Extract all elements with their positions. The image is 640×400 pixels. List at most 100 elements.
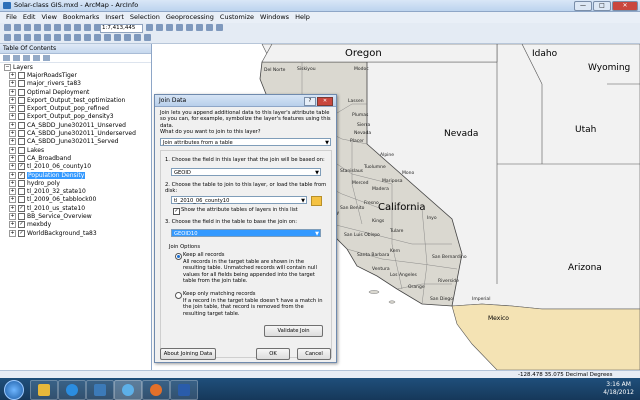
toc-layer-item[interactable]: + MajorRoadsTiger <box>0 72 151 80</box>
paste-icon[interactable] <box>64 24 71 31</box>
validate-join-button[interactable]: Validate Join <box>264 325 323 337</box>
select-features-icon[interactable] <box>84 34 91 41</box>
layer-visibility-checkbox[interactable] <box>18 96 25 104</box>
open-icon[interactable] <box>14 24 21 31</box>
layer-visibility-checkbox[interactable] <box>18 88 25 96</box>
expand-icon[interactable]: + <box>9 154 16 162</box>
zoom-out-icon[interactable] <box>14 34 21 41</box>
toc-layer-item[interactable]: + ✓ tl_2010_06_county10 <box>0 163 151 171</box>
layer-visibility-checkbox[interactable] <box>18 213 25 221</box>
new-icon[interactable] <box>4 24 11 31</box>
ok-button[interactable]: OK <box>256 348 290 360</box>
layer-visibility-checkbox[interactable] <box>18 138 25 146</box>
identify-icon[interactable] <box>114 34 121 41</box>
layer-visibility-checkbox[interactable] <box>18 113 25 121</box>
toc-layer-item[interactable]: + hydro_poly <box>0 179 151 188</box>
layer-visibility-checkbox[interactable] <box>18 130 25 138</box>
menu-selection[interactable]: Selection <box>130 12 160 23</box>
expand-icon[interactable]: + <box>9 72 16 79</box>
about-joining-button[interactable]: About Joining Data <box>160 348 216 360</box>
layer-visibility-checkbox[interactable]: ✓ <box>18 229 25 237</box>
layer-visibility-checkbox[interactable] <box>18 121 25 129</box>
expand-icon[interactable]: + <box>9 105 16 113</box>
taskbar-media[interactable] <box>58 380 86 400</box>
toc-layer-item[interactable]: + CA_SBDD_June302011_Served <box>0 138 151 146</box>
toc-layer-item[interactable]: + CA_SBDD_June302011_Unserved <box>0 121 151 130</box>
cancel-button[interactable]: Cancel <box>297 348 331 360</box>
layer-field-dropdown[interactable]: GEOID ▼ <box>171 168 321 176</box>
menu-geoprocessing[interactable]: Geoprocessing <box>166 12 214 23</box>
menu-view[interactable]: View <box>41 12 56 23</box>
expand-icon[interactable]: + <box>9 138 16 146</box>
close-button[interactable]: ✕ <box>612 1 638 11</box>
expand-icon[interactable]: + <box>9 196 16 204</box>
editor-icon[interactable] <box>146 24 153 31</box>
cut-icon[interactable] <box>44 24 51 31</box>
options-icon[interactable] <box>43 55 50 61</box>
clear-selection-icon[interactable] <box>94 34 101 41</box>
toc-layer-item[interactable]: + Optimal Deployment <box>0 88 151 97</box>
toc-layer-item[interactable]: + Export_Output_test_optimization <box>0 96 151 105</box>
pan-icon[interactable] <box>24 34 31 41</box>
expand-icon[interactable]: + <box>9 121 16 129</box>
dialog-close-button[interactable]: ✕ <box>317 97 333 106</box>
table-icon[interactable] <box>156 24 163 31</box>
list-by-selection-icon[interactable] <box>33 55 40 61</box>
hyperlink-icon[interactable] <box>144 34 151 41</box>
undo-icon[interactable] <box>84 24 91 31</box>
keep-matching-radio[interactable] <box>175 292 182 299</box>
layers-root[interactable]: − Layers <box>0 63 151 72</box>
layer-visibility-checkbox[interactable]: ✓ <box>18 221 25 229</box>
taskbar-firefox[interactable] <box>142 380 170 400</box>
layer-visibility-checkbox[interactable]: ✓ <box>18 171 25 179</box>
taskbar-word[interactable] <box>170 380 198 400</box>
layer-visibility-checkbox[interactable] <box>18 196 25 204</box>
toc-layer-item[interactable]: + ✓ Population Density <box>0 171 151 180</box>
menu-customize[interactable]: Customize <box>220 12 254 23</box>
join-table-dropdown[interactable]: tl_2010_06_county10 ▼ <box>171 196 307 204</box>
taskbar-arcmap[interactable] <box>86 380 114 400</box>
catalog-icon[interactable] <box>176 24 183 31</box>
browse-folder-icon[interactable] <box>311 196 322 206</box>
layer-visibility-checkbox[interactable] <box>18 72 25 79</box>
system-clock[interactable]: 3:16 AM 4/18/2012 <box>603 381 634 397</box>
layer-visibility-checkbox[interactable] <box>18 179 25 187</box>
expand-icon[interactable]: + <box>9 213 16 221</box>
full-extent-icon[interactable] <box>34 34 41 41</box>
find-icon[interactable] <box>124 34 131 41</box>
expand-icon[interactable]: + <box>9 229 16 237</box>
maximize-button[interactable]: □ <box>593 1 611 11</box>
menu-windows[interactable]: Windows <box>260 12 289 23</box>
expand-icon[interactable]: + <box>9 130 16 138</box>
toc-layer-item[interactable]: + CA_SBDD_June302011_Underserved <box>0 130 151 138</box>
expand-icon[interactable]: + <box>9 163 16 171</box>
join-type-dropdown[interactable]: Join attributes from a table ▼ <box>160 138 331 146</box>
delete-icon[interactable] <box>74 24 81 31</box>
arctoolbox-icon[interactable] <box>196 24 203 31</box>
layer-visibility-checkbox[interactable] <box>18 154 25 162</box>
layer-visibility-checkbox[interactable] <box>18 80 25 88</box>
show-attr-checkbox[interactable]: ✓ <box>173 208 180 215</box>
toc-layer-item[interactable]: + BB_Service_Overview <box>0 213 151 221</box>
back-icon[interactable] <box>64 34 71 41</box>
layer-visibility-checkbox[interactable]: ✓ <box>18 204 25 212</box>
toc-layer-item[interactable]: + tl_2010_32_state10 <box>0 188 151 196</box>
save-icon[interactable] <box>24 24 31 31</box>
list-by-drawing-order-icon[interactable] <box>3 55 10 61</box>
toc-layer-item[interactable]: + ✓ mexbdy <box>0 221 151 229</box>
toc-layer-item[interactable]: + ✓ WorldBackground_ta83 <box>0 229 151 238</box>
expand-icon[interactable]: + <box>9 113 16 121</box>
layer-visibility-checkbox[interactable] <box>18 105 25 113</box>
search-icon[interactable] <box>186 24 193 31</box>
toc-icon[interactable] <box>166 24 173 31</box>
toc-layer-item[interactable]: + CA_Broadband <box>0 154 151 163</box>
taskbar-search[interactable] <box>114 380 142 400</box>
select-elements-icon[interactable] <box>104 34 111 41</box>
expand-icon[interactable]: + <box>9 88 16 96</box>
toc-layer-item[interactable]: + tl_2009_06_tabblock00 <box>0 196 151 204</box>
toc-layer-item[interactable]: + major_rivers_ta83 <box>0 80 151 88</box>
expand-icon[interactable]: + <box>9 96 16 104</box>
expand-icon[interactable]: + <box>9 146 16 154</box>
menu-file[interactable]: File <box>6 12 17 23</box>
list-by-source-icon[interactable] <box>13 55 20 61</box>
